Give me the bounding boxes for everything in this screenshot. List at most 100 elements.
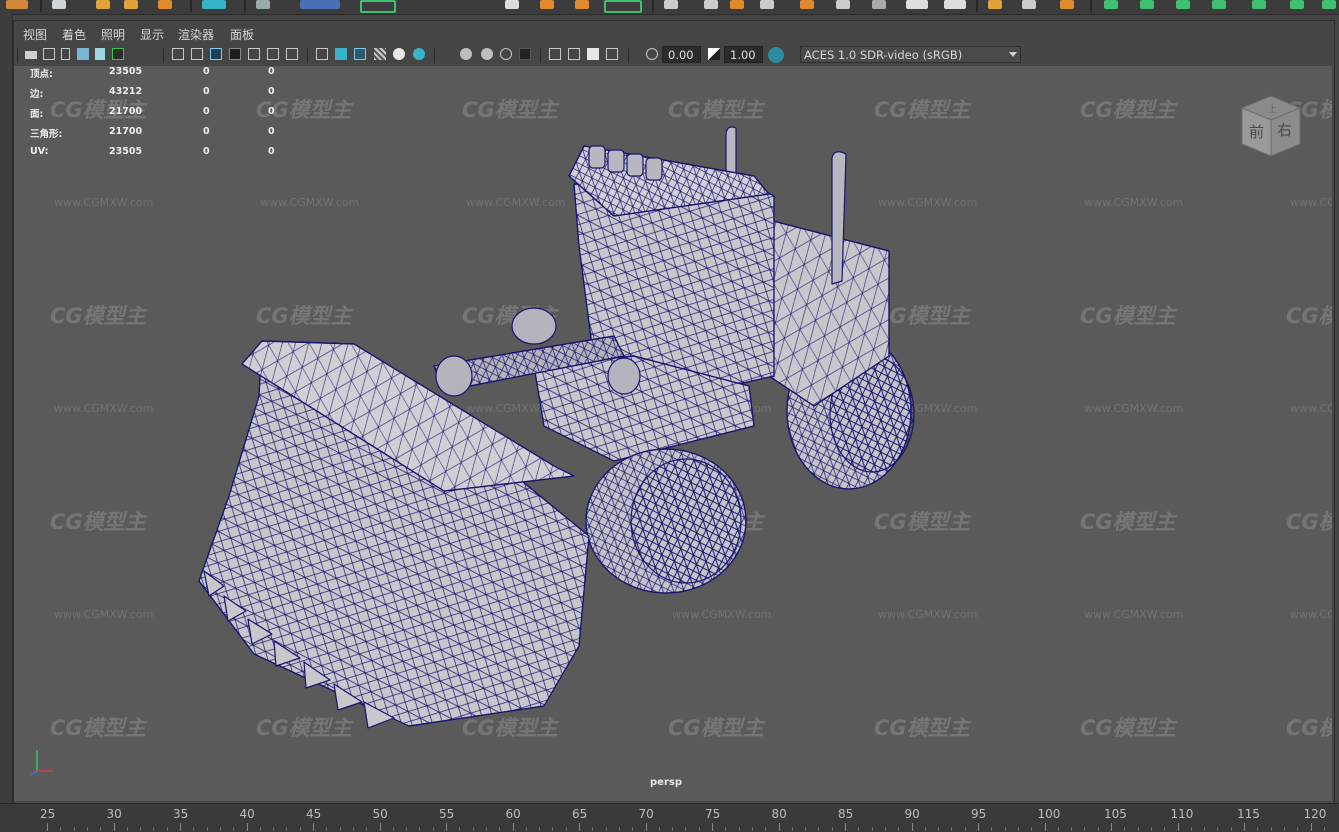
pencil-icon[interactable] [112,48,124,60]
timeline-tick-label: 30 [106,807,122,821]
shelf-brush-icon[interactable] [988,0,1002,9]
shelf-history-icon[interactable] [256,0,270,9]
shelf-sphere-icon[interactable] [6,0,28,9]
shelf-bevel-icon[interactable] [1104,0,1118,9]
hud-triangles: 0 [268,126,275,137]
timeline-minor-tick [1283,827,1285,831]
menu-show[interactable]: 显示 [140,26,164,43]
exposure-field[interactable]: 0.00 [662,46,701,63]
timeline-major-tick [1310,823,1312,831]
shelf-select-icon[interactable] [52,0,66,9]
shelf-strip [0,0,1339,15]
wireframe-icon[interactable] [316,48,328,60]
shelf-light-icon[interactable] [760,0,774,9]
bulldozer-model[interactable] [14,66,1332,801]
shelf-hypershade-icon[interactable] [575,0,589,9]
gate-mask-icon[interactable] [229,48,241,60]
shelf-curve-icon[interactable] [872,0,886,9]
motion-blur-icon[interactable] [481,48,493,60]
shelf-move-icon[interactable] [96,0,110,9]
menu-lighting[interactable]: 照明 [101,26,125,43]
color-management-icon[interactable] [768,47,784,63]
view-cube[interactable]: 上 前 右 [1236,90,1306,160]
shelf-pin-icon[interactable] [1060,0,1074,9]
xray-active-components-icon[interactable] [587,48,599,60]
xray-icon[interactable] [568,48,580,60]
field-chart-icon[interactable] [248,48,260,60]
color-space-dropdown[interactable]: ACES 1.0 SDR-video (sRGB) [800,46,1021,63]
textured-icon[interactable] [374,48,386,60]
image-plane-icon[interactable] [77,48,89,60]
shelf-scale-icon[interactable] [158,0,172,9]
grid-snap-icon[interactable] [95,48,105,60]
shelf-render-icon[interactable] [505,0,519,9]
shelf-sphere2-icon[interactable] [730,0,744,9]
shelf-cylinder-icon[interactable] [704,0,718,9]
safe-action-icon[interactable] [267,48,279,60]
timeline-minor-tick [964,827,966,831]
shelf-split-icon[interactable] [1252,0,1266,9]
menu-view[interactable]: 视图 [23,26,47,43]
timeline-minor-tick [286,827,288,831]
timeline-minor-tick [485,827,487,831]
timeline-minor-tick [1190,827,1192,831]
shelf-layout-icon[interactable] [604,0,642,13]
timeline-minor-tick [299,827,301,831]
timeline-minor-tick [738,827,740,831]
shelf-merge-icon[interactable] [1212,0,1226,9]
shelf-paint-icon[interactable] [836,0,850,9]
shelf-uv-icon[interactable] [1022,0,1036,9]
shelf-rotate-icon[interactable] [124,0,138,9]
shelf-ipr-icon[interactable] [540,0,554,9]
camera-attributes-icon[interactable] [43,48,55,60]
depth-of-field-icon[interactable] [519,48,531,60]
isolate-select-icon[interactable] [549,48,561,60]
resolution-gate-icon[interactable] [210,48,222,60]
timeline-minor-tick [1097,827,1099,831]
time-slider[interactable]: 25 30 35 40 45 50 55 60 65 70 75 80 85 90 95 100 105 110 1… [0,803,1339,832]
hud-triangles: 0 [268,146,275,157]
3d-viewport[interactable]: CG模型主 www.CGMXW.com CG模型主 www.CGMXW.com CG模型… [14,66,1332,801]
shelf-loop-icon[interactable] [1290,0,1304,9]
timeline-tick-label: 110 [1170,807,1194,821]
timeline-minor-tick [765,827,767,831]
hud-label: 顶点: [30,69,53,80]
wireframe-on-shaded-icon[interactable] [354,48,366,60]
shelf-extrude-icon[interactable] [1176,0,1190,9]
shelf-target-icon[interactable] [1322,0,1336,9]
bookmarks-icon[interactable] [61,48,70,60]
shelf-coords-icon[interactable] [300,0,340,9]
safe-title-icon[interactable] [286,48,298,60]
gamma-field[interactable]: 1.00 [724,46,763,63]
smooth-shade-icon[interactable] [335,48,347,60]
menu-renderer[interactable]: 渲染器 [178,26,214,43]
hud-label: 三角形: [30,129,63,140]
grid-icon[interactable] [172,48,184,60]
timeline-tick-label: 55 [439,807,455,821]
timeline-major-tick [845,823,846,831]
timeline-minor-tick [791,827,793,831]
exposure-icon[interactable] [646,48,658,60]
shelf-camera-icon[interactable] [800,0,814,9]
camera-select-icon[interactable] [25,51,37,59]
timeline-major-tick [778,823,780,831]
anti-aliasing-icon[interactable] [500,48,512,60]
shelf-bridge-icon[interactable] [1140,0,1154,9]
shelf-cube-icon[interactable] [664,0,678,9]
xray-joints-icon[interactable] [606,48,618,60]
timeline-minor-tick [871,827,873,831]
use-all-lights-icon[interactable] [393,48,405,60]
film-gate-icon[interactable] [191,48,203,60]
timeline-major-tick [512,823,514,831]
timeline-minor-tick [1217,827,1219,831]
menu-panels[interactable]: 面板 [230,26,254,43]
shelf-snap-icon[interactable] [202,0,226,9]
shelf-graph-icon[interactable] [906,0,928,9]
gamma-icon[interactable] [708,48,720,60]
menu-shading[interactable]: 着色 [62,26,86,43]
shelf-outliner-icon[interactable] [944,0,966,9]
timeline-minor-tick [924,827,926,831]
shadows-icon[interactable] [413,48,425,60]
shelf-frame-icon[interactable] [360,0,396,13]
screen-space-ao-icon[interactable] [460,48,472,60]
